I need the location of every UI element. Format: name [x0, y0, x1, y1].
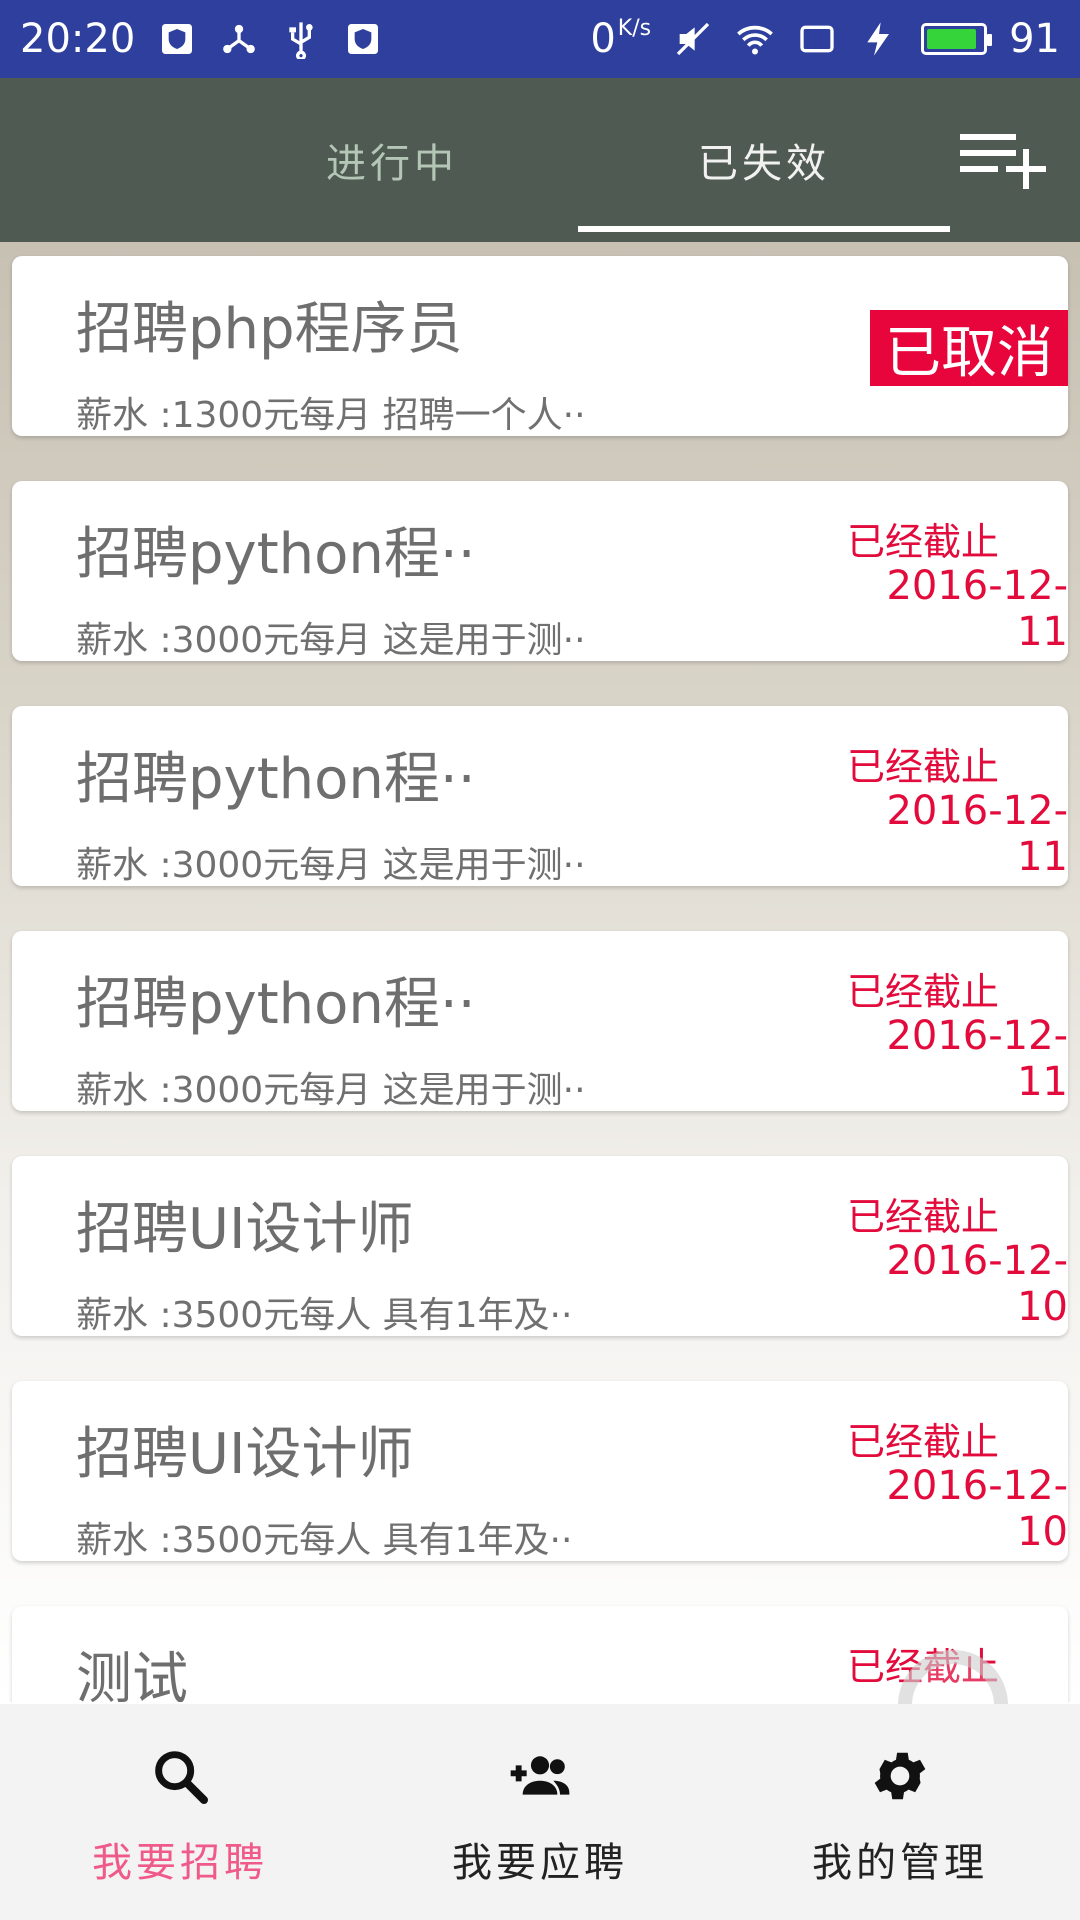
job-status: 已经截止 — [846, 520, 999, 564]
wifi-icon — [735, 19, 775, 59]
tab-expired[interactable]: 已失效 — [578, 78, 950, 242]
screen-cast-icon — [797, 19, 837, 59]
shield-icon — [157, 19, 197, 59]
job-title: 招聘python程·· — [76, 747, 476, 812]
battery-icon — [921, 23, 993, 55]
job-title: 招聘php程序员 — [76, 297, 463, 362]
nav-recruit[interactable]: 我要招聘 — [0, 1704, 360, 1920]
job-status: 已经截止 — [846, 745, 999, 789]
job-title: 测试 — [76, 1647, 188, 1702]
gear-icon — [874, 1752, 926, 1800]
job-card[interactable]: 招聘python程·· 薪水 :3000元每月 这是用于测·· 已经截止 201… — [12, 706, 1068, 886]
job-deadline: 2016-12-10 — [886, 1238, 1068, 1330]
job-deadline: 2016-12-11 — [886, 788, 1068, 880]
job-summary: 薪水 :3000元每月 这是用于测·· — [76, 620, 586, 661]
tab-bar: 进行中 已失效 — [0, 78, 1080, 242]
bottom-navigation: 我要招聘 我要应聘 我的管理 — [0, 1704, 1080, 1920]
job-status: 已经截止 — [846, 1420, 999, 1464]
network-share-icon — [219, 19, 259, 59]
cancelled-badge: 已取消 — [870, 310, 1068, 386]
nav-apply[interactable]: 我要应聘 — [360, 1704, 720, 1920]
job-summary: 薪水 :3500元每人 具有1年及·· — [76, 1520, 573, 1561]
mute-icon — [673, 19, 713, 59]
charging-icon — [859, 19, 899, 59]
shield-icon — [343, 19, 383, 59]
job-card[interactable]: 招聘python程·· 薪水 :3000元每月 这是用于测·· 已经截止 201… — [12, 481, 1068, 661]
status-bar: 20:20 0 K/s 91 — [0, 0, 1080, 78]
tab-ongoing[interactable]: 进行中 — [206, 78, 578, 242]
battery-fill — [927, 29, 977, 49]
job-status: 已经截止 — [846, 970, 999, 1014]
job-card[interactable]: 招聘UI设计师 薪水 :3500元每人 具有1年及·· 已经截止 2016-12… — [12, 1381, 1068, 1561]
job-summary: 薪水 :3000元每月 这是用于测·· — [76, 1070, 586, 1111]
usb-icon — [281, 19, 321, 59]
job-card[interactable]: 招聘php程序员 薪水 :1300元每月 招聘一个人·· 已取消 — [12, 256, 1068, 436]
job-summary: 薪水 :3500元每人 具有1年及·· — [76, 1295, 573, 1336]
tab-indicator — [578, 226, 950, 232]
battery-percent: 91 — [1009, 16, 1060, 62]
job-card[interactable]: 招聘python程·· 薪水 :3000元每月 这是用于测·· 已经截止 201… — [12, 931, 1068, 1111]
job-title: 招聘python程·· — [76, 972, 476, 1037]
nav-label-manage: 我的管理 — [812, 1840, 988, 1886]
job-deadline: 2016-12-10 — [886, 1463, 1068, 1555]
playlist-add-icon[interactable] — [960, 130, 1046, 190]
job-status: 已经截止 — [846, 1195, 999, 1239]
job-title: 招聘python程·· — [76, 522, 476, 587]
job-title: 招聘UI设计师 — [76, 1422, 414, 1487]
nav-label-recruit: 我要招聘 — [92, 1840, 268, 1886]
search-icon — [155, 1751, 208, 1804]
add-group-icon — [510, 1756, 570, 1795]
status-time: 20:20 — [20, 16, 136, 62]
net-speed-unit: K/s — [617, 16, 652, 41]
network-speed: 0 K/s — [590, 16, 651, 62]
net-speed-value: 0 — [590, 16, 616, 62]
job-deadline: 2016-12-11 — [886, 563, 1068, 655]
job-summary: 薪水 :3000元每月 这是用于测·· — [76, 845, 586, 886]
job-title: 招聘UI设计师 — [76, 1197, 414, 1262]
job-deadline: 2016-12-11 — [886, 1013, 1068, 1105]
nav-manage[interactable]: 我的管理 — [720, 1704, 1080, 1920]
job-card[interactable]: 招聘UI设计师 薪水 :3500元每人 具有1年及·· 已经截止 2016-12… — [12, 1156, 1068, 1336]
job-summary: 薪水 :1300元每月 招聘一个人·· — [76, 395, 586, 436]
nav-label-apply: 我要应聘 — [452, 1840, 628, 1886]
job-list[interactable]: 招聘php程序员 薪水 :1300元每月 招聘一个人·· 已取消 招聘pytho… — [0, 242, 1080, 1702]
